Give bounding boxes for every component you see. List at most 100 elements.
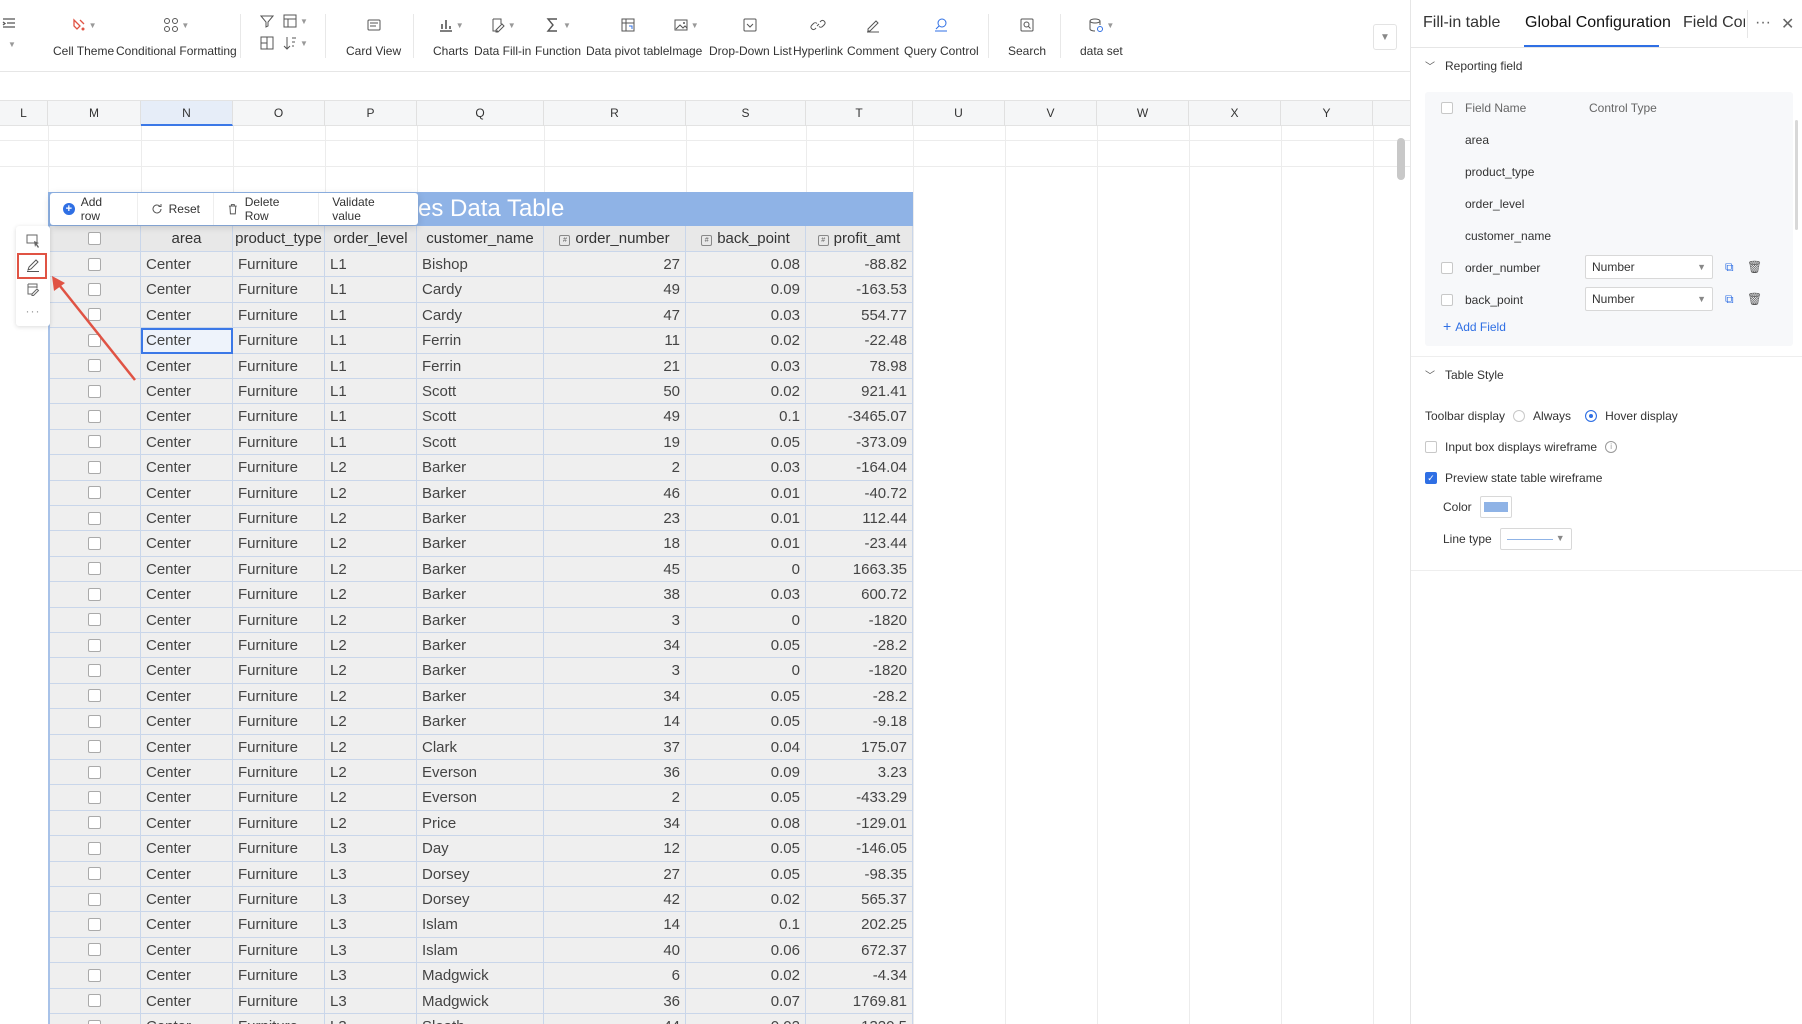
table-cell[interactable]: L2 [325, 455, 417, 481]
row-select-cell[interactable] [48, 658, 141, 684]
table-cell[interactable]: -23.44 [806, 531, 913, 557]
table-cell[interactable]: Center [141, 912, 233, 938]
table-cell[interactable]: Price [417, 810, 544, 837]
table-cell[interactable]: L3 [325, 937, 417, 964]
table-cell[interactable]: Furniture [233, 379, 325, 405]
row-checkbox[interactable] [87, 257, 101, 271]
reset-button[interactable]: Reset [138, 193, 214, 225]
table-cell[interactable]: 112.44 [806, 506, 913, 532]
table-cell[interactable]: 42 [544, 887, 686, 913]
table-cell[interactable]: Barker [417, 607, 544, 633]
toolbar-charts[interactable]: ▼ Charts [433, 14, 468, 58]
toolbar-hyperlink[interactable]: Hyperlink [793, 14, 843, 58]
select-all-fields-checkbox[interactable] [1441, 102, 1453, 114]
row-select-cell[interactable] [48, 582, 141, 608]
table-cell[interactable]: 3.23 [806, 760, 913, 786]
table-cell[interactable]: Center [141, 861, 233, 887]
table-cell[interactable]: 0.07 [686, 988, 806, 1014]
field-settings-icon[interactable]: ⧉ [1725, 292, 1734, 307]
table-cell[interactable]: Furniture [233, 607, 325, 633]
table-cell[interactable]: Scott [417, 379, 544, 405]
table-cell[interactable]: 0.05 [686, 836, 806, 862]
table-cell[interactable]: Barker [417, 658, 544, 684]
row-checkbox[interactable] [87, 435, 101, 449]
table-cell[interactable]: 554.77 [806, 302, 913, 329]
table-cell[interactable]: 1663.35 [806, 556, 913, 583]
radio-always-label[interactable]: Always [1533, 409, 1571, 423]
table-cell[interactable]: 600.72 [806, 582, 913, 608]
row-checkbox[interactable] [87, 460, 101, 474]
row-checkbox[interactable] [87, 638, 101, 652]
table-cell[interactable]: -88.82 [806, 252, 913, 278]
more-icon[interactable]: ··· [24, 302, 42, 320]
table-cell[interactable]: Barker [417, 709, 544, 735]
table-cell[interactable]: 21 [544, 353, 686, 379]
table-cell[interactable]: 23 [544, 506, 686, 532]
line-type-select[interactable]: ▼ [1499, 528, 1572, 550]
table-cell[interactable]: -9.18 [806, 709, 913, 735]
table-cell[interactable]: -164.04 [806, 455, 913, 481]
row-checkbox[interactable] [87, 765, 101, 779]
table-cell[interactable]: Center [141, 734, 233, 760]
table-cell[interactable]: Dorsey [417, 887, 544, 913]
table-cell[interactable]: 175.07 [806, 734, 913, 760]
table-cell[interactable]: Furniture [233, 963, 325, 989]
table-cell[interactable]: -373.09 [806, 429, 913, 456]
table-cell[interactable]: Center [141, 658, 233, 684]
table-cell[interactable]: 0.09 [686, 277, 806, 303]
row-select-cell[interactable] [48, 480, 141, 506]
table-cell[interactable]: Furniture [233, 429, 325, 456]
table-cell[interactable]: Barker [417, 683, 544, 710]
table-cell[interactable]: 0 [686, 658, 806, 684]
table-cell[interactable]: -1820 [806, 607, 913, 633]
table-cell[interactable]: Furniture [233, 760, 325, 786]
table-cell[interactable]: 0.06 [686, 937, 806, 964]
table-cell[interactable]: Everson [417, 785, 544, 811]
row-checkbox[interactable] [87, 613, 101, 627]
table-cell[interactable]: 0.01 [686, 506, 806, 532]
row-select-cell[interactable] [48, 683, 141, 710]
table-cell[interactable]: -3465.07 [806, 404, 913, 430]
table-cell[interactable]: Day [417, 836, 544, 862]
table-cell[interactable]: Madgwick [417, 988, 544, 1014]
table-cell[interactable]: 1320.5 [806, 1014, 913, 1024]
row-select-cell[interactable] [48, 506, 141, 532]
table-cell[interactable]: Center [141, 937, 233, 964]
table-cell[interactable]: 0 [686, 607, 806, 633]
table-cell[interactable]: 36 [544, 988, 686, 1014]
table-cell[interactable]: 40 [544, 937, 686, 964]
table-cell[interactable]: 34 [544, 633, 686, 659]
column-header-R[interactable]: R [544, 101, 686, 126]
table-cell[interactable]: Center [141, 277, 233, 303]
table-cell[interactable]: L2 [325, 556, 417, 583]
table-cell[interactable]: -40.72 [806, 480, 913, 506]
info-icon[interactable]: i [1605, 441, 1618, 453]
table-cell[interactable]: 3 [544, 607, 686, 633]
table-cell[interactable]: L1 [325, 379, 417, 405]
table-cell[interactable]: Furniture [233, 709, 325, 735]
table-cell[interactable]: 2 [544, 785, 686, 811]
control-type-select[interactable]: Number ▼ [1585, 287, 1713, 311]
table-cell[interactable]: Center [141, 1014, 233, 1024]
table-cell[interactable]: 27 [544, 861, 686, 887]
table-cell[interactable]: 46 [544, 480, 686, 506]
table-cell[interactable]: L2 [325, 810, 417, 837]
table-cell[interactable]: 0.05 [686, 861, 806, 887]
table-cell[interactable]: L2 [325, 683, 417, 710]
table-cell[interactable]: Center [141, 556, 233, 583]
row-select-cell[interactable] [48, 404, 141, 430]
table-cell[interactable]: Center [141, 429, 233, 456]
table-cell[interactable]: Center [141, 404, 233, 430]
tab-global-configuration[interactable]: Global Configuration [1525, 14, 1671, 32]
table-cell[interactable]: L1 [325, 302, 417, 329]
table-cell[interactable]: L3 [325, 861, 417, 887]
table-cell[interactable]: Cardy [417, 302, 544, 329]
table-cell[interactable]: Furniture [233, 302, 325, 329]
table-cell[interactable]: Furniture [233, 683, 325, 710]
row-checkbox[interactable] [87, 994, 101, 1008]
table-cell[interactable]: 0.02 [686, 328, 806, 354]
table-cell[interactable]: Barker [417, 506, 544, 532]
row-checkbox[interactable] [87, 892, 101, 906]
more-options-icon[interactable]: ··· [1755, 14, 1771, 32]
table-cell[interactable]: 27 [544, 252, 686, 278]
